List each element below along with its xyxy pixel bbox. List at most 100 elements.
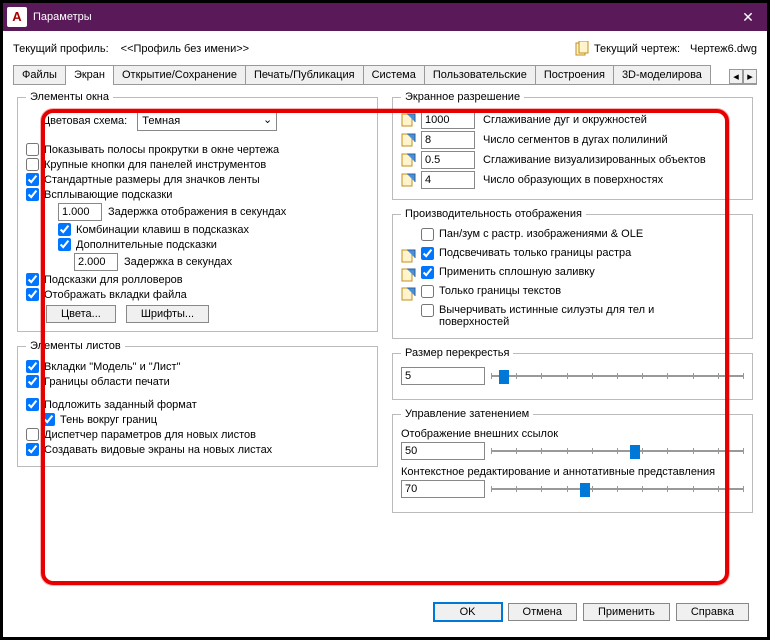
shadow-checkbox[interactable] xyxy=(42,413,55,426)
dwg-icon xyxy=(401,132,417,148)
dwg-icon xyxy=(401,267,417,283)
crosshair-group: Размер перекрестья xyxy=(392,347,753,400)
surface-input[interactable] xyxy=(421,171,475,189)
tooltip-delay2-label: Задержка в секундах xyxy=(124,256,232,268)
pagesetup-checkbox[interactable] xyxy=(26,428,39,441)
tabs-bar: Файлы Экран Открытие/Сохранение Печать/П… xyxy=(13,63,757,85)
resolution-legend: Экранное разрешение xyxy=(401,91,524,103)
big-buttons-checkbox[interactable] xyxy=(26,158,39,171)
plot-borders-checkbox[interactable] xyxy=(26,375,39,388)
solidfill-checkbox[interactable] xyxy=(421,266,434,279)
dialog-button-bar: OK Отмена Применить Справка xyxy=(434,603,749,621)
current-drawing-value: Чертеж6.dwg xyxy=(690,43,757,55)
tooltip-extra-label: Дополнительные подсказки xyxy=(76,239,217,251)
colors-button[interactable]: Цвета... xyxy=(46,305,116,323)
performance-legend: Производительность отображения xyxy=(401,208,586,220)
tooltip-delay-input[interactable] xyxy=(58,203,102,221)
tooltip-delay-label: Задержка отображения в секундах xyxy=(108,206,286,218)
big-buttons-label: Крупные кнопки для панелей инструментов xyxy=(44,159,266,171)
highlight-label: Подсвечивать только границы растра xyxy=(439,247,631,259)
cancel-button[interactable]: Отмена xyxy=(508,603,577,621)
fonts-button[interactable]: Шрифты... xyxy=(126,305,209,323)
app-logo-icon: A xyxy=(7,7,27,27)
render-smoothness-input[interactable] xyxy=(421,151,475,169)
edit-fade-label: Контекстное редактирование и аннотативны… xyxy=(401,466,744,478)
edit-fade-slider[interactable] xyxy=(491,480,744,498)
textframe-label: Только границы текстов xyxy=(439,285,561,297)
highlight-checkbox[interactable] xyxy=(421,247,434,260)
dwg-icon xyxy=(401,152,417,168)
layout-elements-legend: Элементы листов xyxy=(26,340,125,352)
panzoom-checkbox[interactable] xyxy=(421,228,434,241)
apply-button[interactable]: Применить xyxy=(583,603,670,621)
arc-smoothness-input[interactable] xyxy=(421,111,475,129)
drawing-file-icon xyxy=(574,41,590,57)
dwg-icon xyxy=(401,286,417,302)
paper-bg-checkbox[interactable] xyxy=(26,398,39,411)
scrollbars-label: Показывать полосы прокрутки в окне черте… xyxy=(44,144,279,156)
tab-files[interactable]: Файлы xyxy=(13,65,66,84)
solidfill-label: Применить сплошную заливку xyxy=(439,266,595,278)
tooltip-delay2-input[interactable] xyxy=(74,253,118,271)
segments-label: Число сегментов в дугах полилиний xyxy=(483,134,668,146)
current-profile-label: Текущий профиль: xyxy=(13,43,109,55)
help-button[interactable]: Справка xyxy=(676,603,749,621)
layout-elements-group: Элементы листов Вкладки "Модель" и "Лист… xyxy=(17,340,378,467)
viewports-checkbox[interactable] xyxy=(26,443,39,456)
tab-drafting[interactable]: Построения xyxy=(535,65,614,84)
crosshair-input[interactable] xyxy=(401,367,485,385)
segments-input[interactable] xyxy=(421,131,475,149)
std-ribbon-label: Стандартные размеры для значков ленты xyxy=(44,174,260,186)
dwg-icon xyxy=(401,112,417,128)
current-drawing-label: Текущий чертеж: xyxy=(594,43,680,55)
tab-user[interactable]: Пользовательские xyxy=(424,65,536,84)
tooltips-checkbox[interactable] xyxy=(26,188,39,201)
tab-plot[interactable]: Печать/Публикация xyxy=(245,65,364,84)
rollover-label: Подсказки для ролловеров xyxy=(44,274,183,286)
viewports-label: Создавать видовые экраны на новых листах xyxy=(44,444,272,456)
current-profile-value: <<Профиль без имени>> xyxy=(121,43,249,55)
pagesetup-label: Диспетчер параметров для новых листов xyxy=(44,429,256,441)
window-title: Параметры xyxy=(33,11,733,23)
tooltip-extra-checkbox[interactable] xyxy=(58,238,71,251)
window-elements-legend: Элементы окна xyxy=(26,91,113,103)
fade-legend: Управление затенением xyxy=(401,408,533,420)
model-layout-label: Вкладки "Модель" и "Лист" xyxy=(44,361,181,373)
profile-bar: Текущий профиль: <<Профиль без имени>> Т… xyxy=(13,41,757,57)
silhouette-checkbox[interactable] xyxy=(421,304,434,317)
arc-smoothness-label: Сглаживание дуг и окружностей xyxy=(483,114,647,126)
silhouette-label: Вычерчивать истинные силуэты для тел и п… xyxy=(439,304,679,328)
plot-borders-label: Границы области печати xyxy=(44,376,170,388)
tabs-scroll-left-icon[interactable]: ◂ xyxy=(729,69,743,84)
performance-group: Производительность отображения Пан/зум с… xyxy=(392,208,753,339)
tab-display[interactable]: Экран xyxy=(65,65,114,85)
color-scheme-label: Цветовая схема: xyxy=(42,115,127,127)
tab-system[interactable]: Система xyxy=(363,65,425,84)
window-elements-group: Элементы окна Цветовая схема: Темная Пок… xyxy=(17,91,378,332)
textframe-checkbox[interactable] xyxy=(421,285,434,298)
color-scheme-combo[interactable]: Темная xyxy=(137,111,277,131)
tooltip-keys-checkbox[interactable] xyxy=(58,223,71,236)
surface-label: Число образующих в поверхностях xyxy=(483,174,663,186)
std-ribbon-checkbox[interactable] xyxy=(26,173,39,186)
scrollbars-checkbox[interactable] xyxy=(26,143,39,156)
rollover-checkbox[interactable] xyxy=(26,273,39,286)
edit-fade-input[interactable] xyxy=(401,480,485,498)
xref-fade-input[interactable] xyxy=(401,442,485,460)
xref-fade-label: Отображение внешних ссылок xyxy=(401,428,744,440)
crosshair-slider[interactable] xyxy=(491,367,744,385)
resolution-group: Экранное разрешение Сглаживание дуг и ок… xyxy=(392,91,753,200)
filetabs-label: Отображать вкладки файла xyxy=(44,289,187,301)
ok-button[interactable]: OK xyxy=(434,603,502,621)
tooltip-keys-label: Комбинации клавиш в подсказках xyxy=(76,224,249,236)
tabs-scroll-right-icon[interactable]: ▸ xyxy=(743,69,757,84)
close-icon[interactable]: ✕ xyxy=(733,9,763,26)
filetabs-checkbox[interactable] xyxy=(26,288,39,301)
render-smoothness-label: Сглаживание визуализированных объектов xyxy=(483,154,706,166)
dwg-icon xyxy=(401,172,417,188)
xref-fade-slider[interactable] xyxy=(491,442,744,460)
model-layout-checkbox[interactable] xyxy=(26,360,39,373)
tab-3d[interactable]: 3D-моделирова xyxy=(613,65,711,84)
tab-open-save[interactable]: Открытие/Сохранение xyxy=(113,65,246,84)
tooltips-label: Всплывающие подсказки xyxy=(44,189,172,201)
